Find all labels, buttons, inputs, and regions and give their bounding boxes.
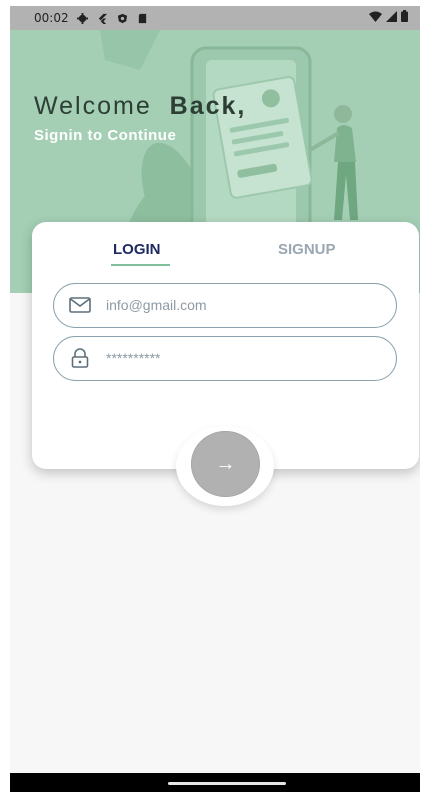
signal-icon bbox=[386, 10, 397, 22]
sd-card-icon bbox=[138, 13, 146, 23]
tab-signup[interactable]: SIGNUP bbox=[278, 241, 336, 258]
password-field[interactable] bbox=[53, 336, 397, 381]
active-tab-indicator bbox=[111, 264, 170, 266]
welcome-subtitle: Signin to Continue bbox=[34, 127, 177, 144]
email-field[interactable] bbox=[53, 283, 397, 328]
password-input[interactable] bbox=[106, 337, 376, 380]
arrow-right-icon: → bbox=[215, 452, 236, 475]
tab-login[interactable]: LOGIN bbox=[113, 241, 161, 258]
battery-icon bbox=[401, 10, 408, 22]
mail-icon bbox=[69, 297, 91, 313]
status-bar: 00:02 bbox=[10, 6, 420, 30]
email-input[interactable] bbox=[106, 284, 376, 327]
status-time: 00:02 bbox=[34, 11, 69, 25]
settings-icon bbox=[76, 12, 88, 24]
submit-button[interactable]: → bbox=[191, 431, 260, 497]
navigation-bar bbox=[10, 773, 420, 792]
welcome-heading: Welcome Back, bbox=[34, 92, 247, 120]
home-indicator[interactable] bbox=[168, 782, 286, 785]
lock-icon bbox=[71, 348, 89, 368]
app-screen: 00:02 Welcome Back, Signin to Continue L… bbox=[10, 6, 420, 792]
wifi-icon bbox=[369, 11, 382, 22]
flutter-icon bbox=[98, 13, 107, 24]
shield-icon bbox=[117, 13, 127, 23]
